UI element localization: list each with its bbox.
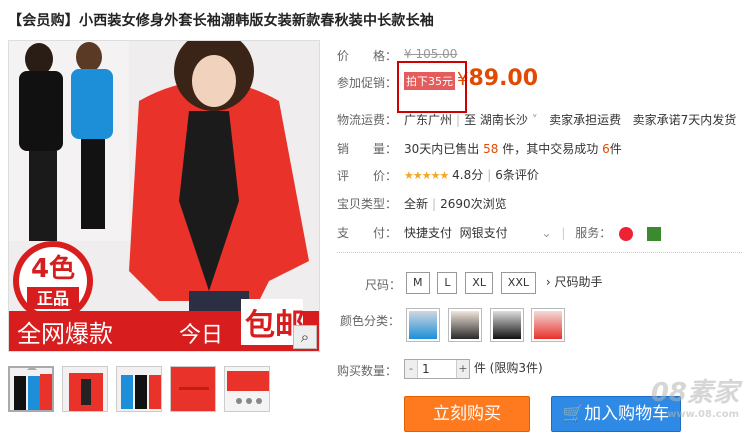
quantity-plus-button[interactable]: +	[457, 360, 469, 378]
highlight-box	[397, 61, 467, 113]
watermark-main: 08素家	[650, 378, 739, 408]
size-option-l[interactable]: L	[437, 272, 458, 294]
star-rating-icon: ★★★★★	[404, 169, 449, 182]
quantity-unit: 件	[473, 361, 486, 375]
color-option-beige[interactable]	[447, 308, 482, 342]
promo-label: 参加促销：	[337, 76, 398, 90]
sales-prefix: 30天内已售出	[404, 142, 480, 156]
service-7day-icon[interactable]	[619, 226, 634, 241]
quantity-stepper[interactable]: - 1 +	[404, 359, 470, 379]
color-option-red[interactable]	[531, 308, 566, 342]
cart-icon: 🛒	[562, 404, 585, 424]
payment-label: 支 付：	[337, 226, 398, 240]
thumbnail-strip	[8, 366, 270, 412]
sales-row: 30天内已售出 58 件，其中交易成功 6件	[404, 140, 622, 157]
rating-label: 评 价：	[337, 169, 398, 183]
shipping-note-2: 卖家承诺7天内发货	[632, 113, 737, 127]
color-options	[406, 308, 569, 345]
item-type-row: 全新 | 2690次浏览	[404, 197, 507, 211]
rating-row: ★★★★★ 4.8分 | 6条评价	[404, 168, 539, 182]
service-label: 服务：	[575, 226, 612, 240]
zoom-icon[interactable]: ⌕	[293, 325, 317, 349]
shipping-from[interactable]: 广东广州	[404, 113, 452, 127]
shipping-row: 广东广州 | 至 湖南长沙 ˅ 卖家承担运费 卖家承诺7天内发货	[404, 113, 737, 127]
sales-suffix: 件	[609, 142, 622, 156]
color-option-blue[interactable]	[406, 308, 440, 342]
product-photo: 4色 正品 全网爆款 今日 包邮	[9, 41, 319, 351]
quantity-limit: (限购3件)	[489, 361, 543, 375]
sales-label: 销 量：	[337, 142, 398, 156]
thumbnail-1[interactable]	[8, 366, 54, 412]
service-guarantee-icon[interactable]	[646, 226, 661, 241]
payment-method-2: 网银支付	[459, 226, 508, 240]
shipping-label: 物流运费：	[337, 113, 398, 127]
quantity-row: - 1 + 件 (限购3件)	[404, 359, 543, 379]
payment-row: 快捷支付 网银支付 ⌄ | 服务：	[404, 224, 661, 241]
chevron-right-icon: ›	[545, 275, 551, 289]
thumbnail-5[interactable]	[224, 366, 270, 412]
size-label: 尺码：	[365, 278, 402, 292]
quantity-label: 购买数量：	[337, 364, 398, 378]
size-options: M L XL XXL › 尺码助手	[406, 272, 602, 294]
main-product-image[interactable]: 4色 正品 全网爆款 今日 包邮 ⌕	[8, 40, 320, 352]
watermark-logo: 08素家 www.08.com	[651, 372, 739, 420]
rating-score: 4.8分	[452, 168, 484, 182]
item-type-label: 宝贝类型：	[337, 197, 398, 211]
color-label: 颜色分类：	[340, 314, 401, 328]
promo-price: 89.00	[468, 66, 539, 91]
watermark-sub: www.08.com	[667, 409, 739, 420]
buy-now-button[interactable]: 立刻购买	[404, 396, 530, 432]
payment-method-1: 快捷支付	[404, 226, 453, 240]
quantity-input[interactable]: 1	[417, 360, 457, 378]
reviews-link[interactable]: 6条评价	[495, 168, 539, 182]
thumbnail-3[interactable]	[116, 366, 162, 412]
view-count: 2690次浏览	[440, 197, 507, 211]
payment-dropdown-icon[interactable]: ⌄	[542, 226, 552, 240]
banner-mid-text: 今日	[179, 323, 223, 348]
color-option-black[interactable]	[489, 308, 524, 342]
success-count: 6	[602, 142, 610, 156]
badge-small-text: 正品	[37, 289, 69, 308]
size-helper-text: 尺码助手	[554, 275, 603, 289]
price-label: 价 格：	[337, 49, 398, 63]
section-divider	[337, 252, 742, 253]
item-condition: 全新	[404, 197, 429, 211]
banner-left-text: 全网爆款	[17, 320, 113, 348]
sales-mid: 件，其中交易成功	[502, 142, 599, 156]
size-option-xl[interactable]: XL	[465, 272, 493, 294]
shipping-to[interactable]: 至 湖南长沙	[464, 113, 528, 127]
sales-count: 58	[483, 142, 499, 156]
badge-big-text: 4色	[31, 253, 75, 284]
original-price: ¥ 105.00	[404, 47, 458, 61]
size-option-xxl[interactable]: XXL	[500, 272, 536, 294]
size-helper-link[interactable]: › 尺码助手	[546, 275, 603, 289]
thumbnail-2[interactable]	[62, 366, 108, 412]
size-option-m[interactable]: M	[406, 272, 430, 294]
product-title: 【会员购】小西装女修身外套长袖潮韩版女装新款春秋装中长款长袖	[8, 13, 434, 29]
quantity-minus-button[interactable]: -	[405, 360, 417, 378]
shipping-note-1: 卖家承担运费	[549, 113, 622, 127]
thumbnail-4[interactable]	[170, 366, 216, 412]
